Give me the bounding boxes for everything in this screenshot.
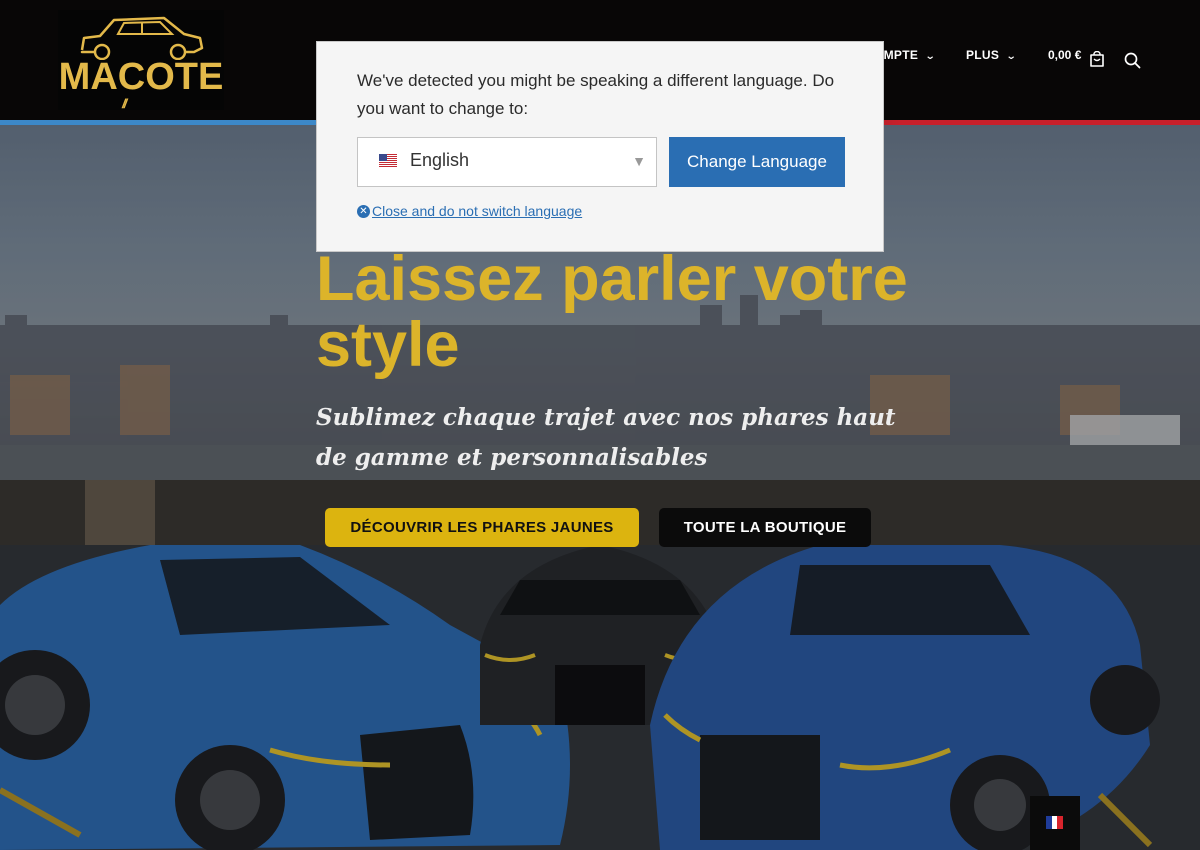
chevron-down-icon: ⌄ <box>924 51 937 62</box>
discover-yellow-headlights-button[interactable]: DÉCOUVRIR LES PHARES JAUNES <box>325 508 639 547</box>
logo-mark: // <box>122 96 127 111</box>
site-logo[interactable]: MACOTE // <box>58 10 224 111</box>
popup-message: We've detected you might be speaking a d… <box>357 71 835 118</box>
language-switcher[interactable] <box>1030 796 1080 850</box>
car-logo-icon <box>80 16 204 60</box>
close-icon: ✕ <box>357 204 370 218</box>
dropdown-arrow-icon: ▼ <box>632 153 646 169</box>
selected-language: English <box>410 150 470 170</box>
language-select[interactable]: English ▼ <box>357 137 657 187</box>
close-popup-link[interactable]: ✕ Close and do not switch language <box>357 203 582 219</box>
fr-flag-icon <box>1046 816 1064 829</box>
us-flag-icon <box>379 154 397 167</box>
cart-total[interactable]: 0,00 € <box>1048 48 1081 62</box>
cart-icon[interactable] <box>1089 51 1105 68</box>
language-detection-popup: We've detected you might be speaking a d… <box>316 41 884 252</box>
nav-item-plus[interactable]: PLUS ⌄ <box>966 48 1018 62</box>
hero-title: Laissez parler votre style <box>316 244 908 380</box>
nav-item-label: PLUS <box>966 48 1000 62</box>
logo-text: MACOTE <box>58 56 224 98</box>
search-icon[interactable] <box>1124 52 1141 69</box>
chevron-down-icon: ⌄ <box>1005 51 1018 62</box>
change-language-button[interactable]: Change Language <box>669 137 845 187</box>
hero-subtitle: Sublimez chaque trajet avec nos phares h… <box>316 404 896 471</box>
whole-shop-button[interactable]: TOUTE LA BOUTIQUE <box>659 508 871 547</box>
close-link-label: Close and do not switch language <box>372 203 583 219</box>
